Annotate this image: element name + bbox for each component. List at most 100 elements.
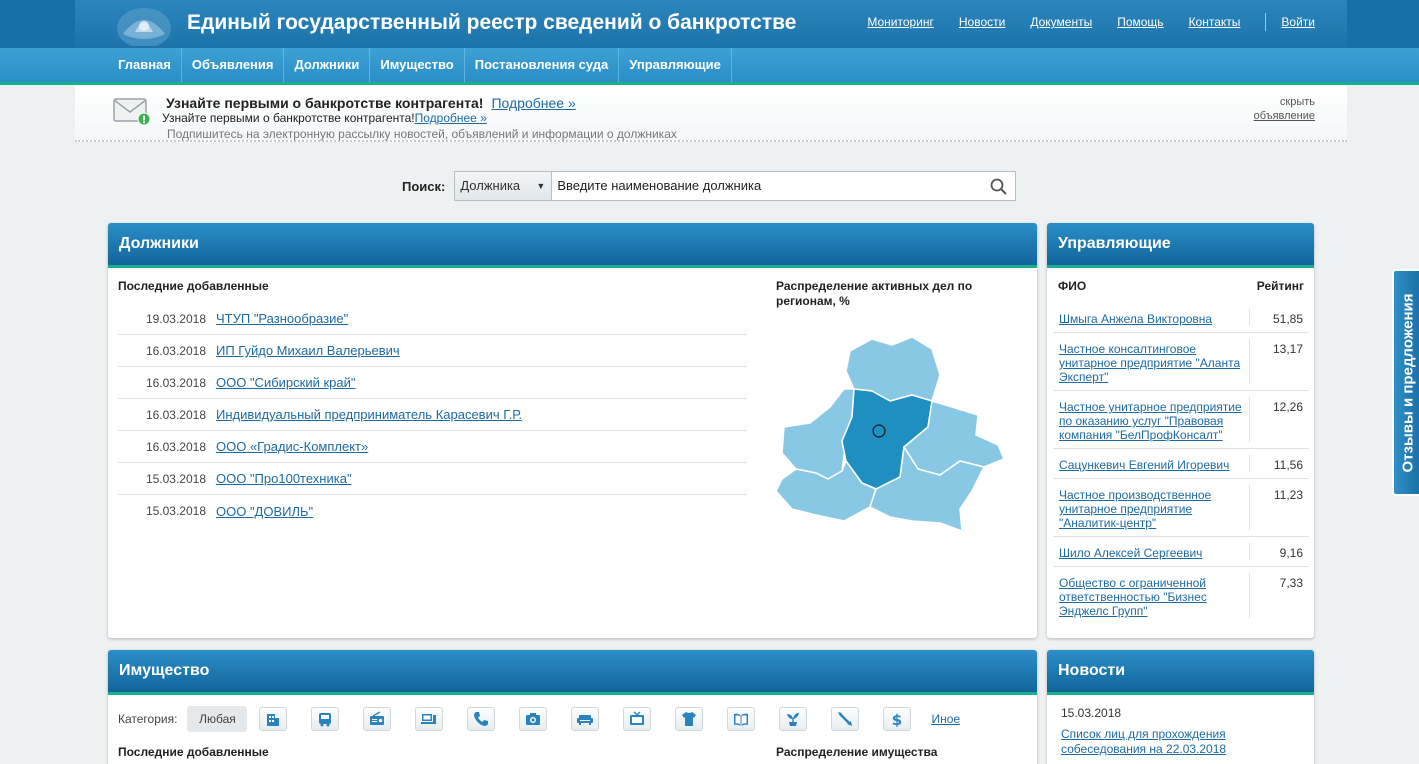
debtor-link[interactable]: ЧТУП "Разнообразие" <box>216 311 348 326</box>
site-title: Единый государственный реестр сведений о… <box>187 11 797 34</box>
property-distribution-label: Распределение имущества <box>776 745 938 759</box>
main-nav-items: Главная Объявления Должники Имущество По… <box>108 48 732 82</box>
search-type-select[interactable]: Должника ▼ <box>454 171 553 201</box>
property-panel: Имущество Категория: Любая $ Иное Послед… <box>108 650 1037 764</box>
property-recent-label: Последние добавленные <box>118 745 269 759</box>
top-link-help[interactable]: Помощь <box>1117 15 1163 29</box>
debtor-link[interactable]: ООО «Градис-Комплект» <box>216 439 368 454</box>
debtor-date: 19.03.2018 <box>145 311 206 326</box>
region-grodno <box>781 388 855 480</box>
feedback-tab-label: Отзывы и предложения <box>1399 292 1417 473</box>
book-icon[interactable] <box>727 707 756 731</box>
top-link-news[interactable]: Новости <box>959 15 1005 29</box>
feedback-tab[interactable]: Отзывы и предложения <box>1392 269 1419 496</box>
news-link[interactable]: Список лиц для прохождения собеседования… <box>1061 727 1301 757</box>
banner-more-link[interactable]: Подробнее » <box>491 95 575 111</box>
banner-subtitle-text: Узнайте первыми о банкротстве контрагент… <box>162 111 415 125</box>
table-row: Шило Алексей Сергеевич 9,16 <box>1053 537 1309 567</box>
search-icon[interactable] <box>990 178 1008 195</box>
banner-title: Узнайте первыми о банкротстве контрагент… <box>166 95 576 111</box>
search-placeholder: Введите наименование должника <box>557 178 762 193</box>
manager-link[interactable]: Шмыга Анжела Викторовна <box>1059 312 1249 326</box>
manager-link[interactable]: Частное консалтинговое унитарное предпри… <box>1059 342 1249 384</box>
envelope-icon <box>113 98 151 126</box>
managers-table: Шмыга Анжела Викторовна 51,85 Частное ко… <box>1053 303 1309 624</box>
sofa-icon[interactable] <box>571 707 600 731</box>
search-type-value: Должника <box>460 178 521 193</box>
debtor-date: 15.03.2018 <box>145 471 206 486</box>
debtor-date: 16.03.2018 <box>145 407 206 422</box>
tools-icon[interactable] <box>831 707 860 731</box>
debtor-link[interactable]: ООО "Сибирский край" <box>216 375 356 390</box>
banner-title-text: Узнайте первыми о банкротстве контрагент… <box>166 95 484 111</box>
search-input[interactable]: Введите наименование должника <box>552 171 1017 201</box>
debtors-panel: Должники Последние добавленные 19.03.201… <box>108 223 1037 638</box>
camera-icon[interactable] <box>519 707 548 731</box>
nav-item-court-rulings[interactable]: Постановления суда <box>465 48 620 82</box>
top-link-contacts[interactable]: Контакты <box>1189 15 1241 29</box>
debtor-link[interactable]: ООО "ДОВИЛЬ" <box>216 504 313 519</box>
phone-icon[interactable] <box>467 707 496 731</box>
banner-subtitle: Узнайте первыми о банкротстве контрагент… <box>162 111 487 125</box>
login-link[interactable]: Войти <box>1281 15 1315 29</box>
nav-item-property[interactable]: Имущество <box>370 48 465 82</box>
debtor-date: 16.03.2018 <box>145 439 206 454</box>
manager-link[interactable]: Сацункевич Евгений Игоревич <box>1059 458 1249 472</box>
table-row: Общество с ограниченной ответственностью… <box>1053 567 1309 624</box>
manager-rating: 13,17 <box>1249 339 1303 384</box>
debtor-date: 16.03.2018 <box>145 343 206 358</box>
list-item: 16.03.2018 ИП Гуйдо Михаил Валерьевич <box>118 335 747 367</box>
news-panel: Новости 15.03.2018 Список лиц для прохож… <box>1047 650 1314 764</box>
top-link-monitoring[interactable]: Мониторинг <box>867 15 934 29</box>
manager-rating: 11,56 <box>1249 455 1303 472</box>
debtor-link[interactable]: ИП Гуйдо Михаил Валерьевич <box>216 343 400 358</box>
managers-col-rating: Рейтинг <box>1256 279 1304 293</box>
list-item: 19.03.2018 ЧТУП "Разнообразие" <box>118 303 747 335</box>
manager-rating: 12,26 <box>1249 397 1303 442</box>
nav-item-managers[interactable]: Управляющие <box>619 48 732 82</box>
managers-table-header: ФИО Рейтинг <box>1058 279 1304 293</box>
table-row: Частное унитарное предприятие по оказани… <box>1053 391 1309 449</box>
computer-icon[interactable] <box>415 707 444 731</box>
hide-banner-line2: объявление <box>1253 110 1315 122</box>
banner-sub-more-link[interactable]: Подробнее » <box>415 111 487 125</box>
top-links: Мониторинг Новости Документы Помощь Конт… <box>842 13 1315 31</box>
nav-item-home[interactable]: Главная <box>108 48 182 82</box>
category-label: Категория: <box>118 712 178 726</box>
top-link-documents[interactable]: Документы <box>1030 15 1092 29</box>
radio-icon[interactable] <box>363 707 392 731</box>
region-map-title: Распределение активных дел по регионам, … <box>776 279 973 308</box>
managers-col-name: ФИО <box>1058 279 1087 293</box>
manager-rating: 11,23 <box>1249 485 1303 530</box>
debtors-panel-title: Должники <box>108 223 1037 268</box>
nav-item-announcements[interactable]: Объявления <box>182 48 285 82</box>
header-inner: Единый государственный реестр сведений о… <box>75 0 1347 48</box>
tshirt-icon[interactable] <box>675 707 704 731</box>
list-item: 16.03.2018 ООО "Сибирский край" <box>118 367 747 399</box>
list-item: 16.03.2018 ООО «Градис-Комплект» <box>118 431 747 463</box>
hide-banner-line1: скрыть <box>1279 96 1315 108</box>
manager-link[interactable]: Частное производственное унитарное предп… <box>1059 488 1249 530</box>
dollar-icon[interactable]: $ <box>883 707 912 731</box>
debtor-link[interactable]: Индивидуальный предприниматель Карасевич… <box>216 407 522 422</box>
top-links-divider <box>1265 13 1267 31</box>
manager-link[interactable]: Шило Алексей Сергеевич <box>1059 546 1249 560</box>
category-other-link[interactable]: Иное <box>931 712 960 726</box>
debtor-date: 15.03.2018 <box>145 504 206 518</box>
main-nav: Главная Объявления Должники Имущество По… <box>0 48 1419 85</box>
debtor-link[interactable]: ООО "Про100техника" <box>216 471 352 486</box>
nav-item-debtors[interactable]: Должники <box>284 48 371 82</box>
tv-icon[interactable] <box>623 707 652 731</box>
manager-link[interactable]: Частное унитарное предприятие по оказани… <box>1059 400 1249 442</box>
svg-text:$: $ <box>892 711 902 727</box>
property-panel-title: Имущество <box>108 650 1037 695</box>
plant-icon[interactable] <box>779 707 808 731</box>
bus-icon[interactable] <box>311 707 340 731</box>
site-header: Единый государственный реестр сведений о… <box>0 0 1419 48</box>
building-icon[interactable] <box>259 707 288 731</box>
manager-link[interactable]: Общество с ограниченной ответственностью… <box>1059 576 1249 618</box>
debtors-recent-label: Последние добавленные <box>118 279 269 293</box>
category-any-button[interactable]: Любая <box>187 706 248 732</box>
list-item: 15.03.2018 ООО "Про100техника" <box>118 463 747 495</box>
hide-banner-link[interactable]: скрыть объявление <box>1254 95 1315 123</box>
